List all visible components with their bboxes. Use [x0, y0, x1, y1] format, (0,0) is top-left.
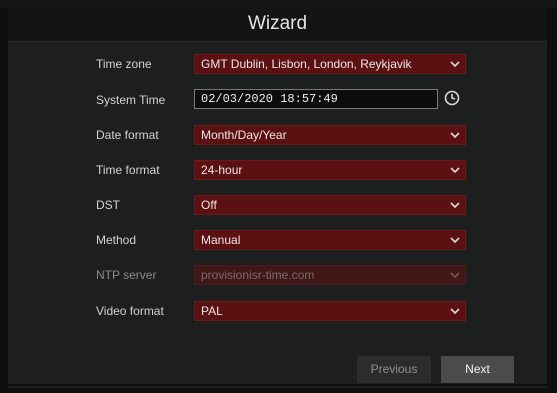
ntp-server-select: provisionisr-time.com — [194, 265, 466, 285]
time-format-label: Time format — [96, 163, 160, 177]
date-format-label: Date format — [96, 128, 159, 142]
window-title: Wizard — [247, 13, 308, 34]
dst-label: DST — [96, 198, 120, 212]
time-zone-value: GMT Dublin, Lisbon, London, Reykjavik — [201, 57, 412, 71]
top-strip — [0, 0, 557, 8]
system-time-input[interactable]: 02/03/2020 18:57:49 — [194, 89, 438, 109]
next-button[interactable]: Next — [441, 356, 514, 383]
time-zone-label: Time zone — [96, 57, 152, 71]
method-select[interactable]: Manual — [194, 230, 466, 250]
video-format-select[interactable]: PAL — [194, 301, 466, 321]
title-bar: Wizard — [8, 8, 547, 42]
system-time-label: System Time — [96, 93, 166, 107]
wizard-window: Wizard Time zone GMT Dublin, Lisbon, Lon… — [8, 8, 547, 388]
chevron-down-icon — [450, 308, 460, 315]
date-format-value: Month/Day/Year — [201, 128, 287, 142]
previous-button[interactable]: Previous — [357, 356, 431, 383]
time-format-select[interactable]: 24-hour — [194, 160, 466, 180]
time-zone-select[interactable]: GMT Dublin, Lisbon, London, Reykjavik — [194, 54, 466, 74]
chevron-down-icon — [450, 202, 460, 209]
clock-icon[interactable] — [442, 88, 462, 108]
date-format-select[interactable]: Month/Day/Year — [194, 125, 466, 145]
chevron-down-icon — [450, 237, 460, 244]
video-format-label: Video format — [96, 304, 164, 318]
dst-value: Off — [201, 198, 217, 212]
chevron-down-icon — [450, 132, 460, 139]
time-format-value: 24-hour — [201, 163, 243, 177]
chevron-down-icon — [450, 272, 460, 279]
dst-select[interactable]: Off — [194, 195, 466, 215]
ntp-server-label: NTP server — [96, 268, 157, 282]
bottom-strip — [8, 384, 547, 386]
method-value: Manual — [201, 233, 241, 247]
ntp-server-value: provisionisr-time.com — [201, 268, 315, 282]
method-label: Method — [96, 233, 137, 247]
video-format-value: PAL — [201, 304, 223, 318]
chevron-down-icon — [450, 61, 460, 68]
chevron-down-icon — [450, 167, 460, 174]
